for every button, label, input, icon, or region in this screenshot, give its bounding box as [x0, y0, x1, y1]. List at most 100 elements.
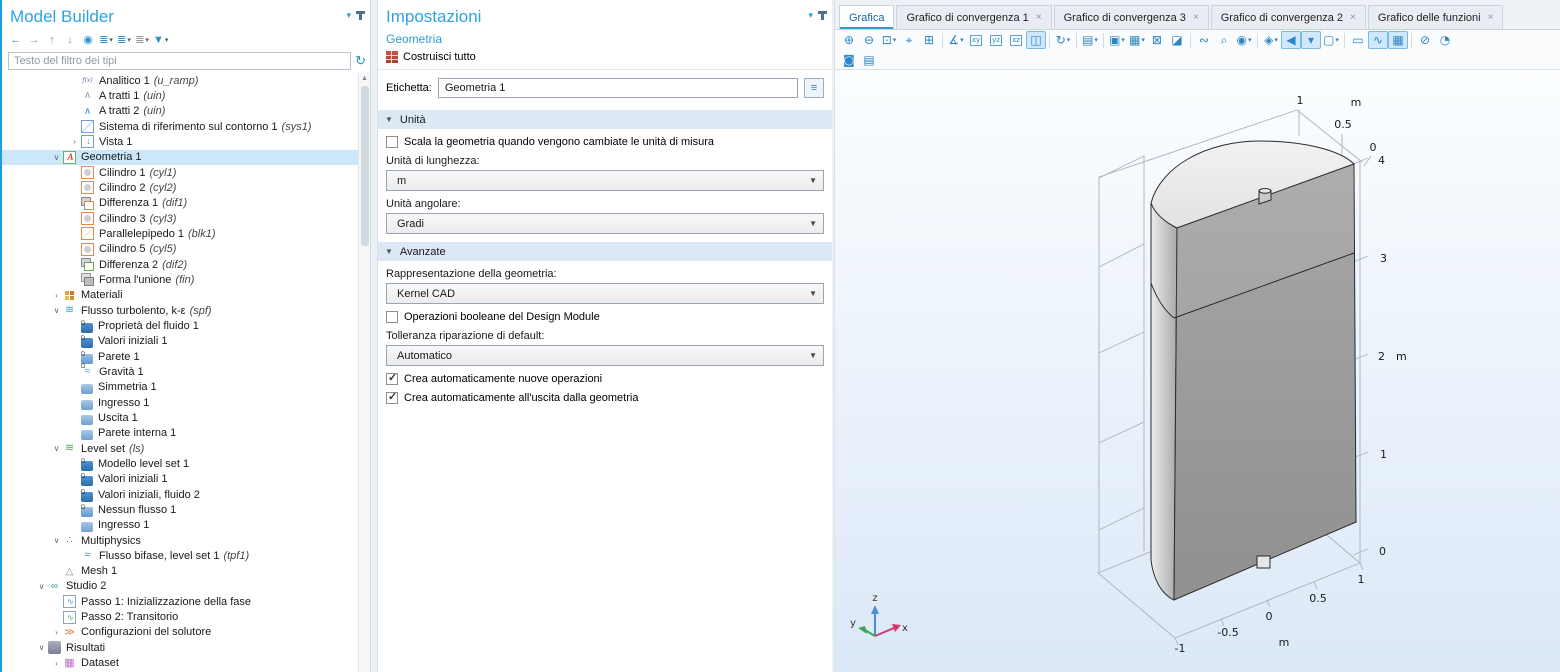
tree-item[interactable]: ∨Multiphysics — [2, 533, 358, 548]
section-units[interactable]: ▼ Unità — [378, 110, 832, 129]
panel-menu-icon[interactable]: ▾ — [346, 10, 351, 21]
graphics-canvas[interactable]: 43210m10.50m-1-0.500.51mzyx — [835, 70, 1560, 672]
tree-item[interactable]: ∨Level set(ls) — [2, 441, 358, 456]
tree-item[interactable]: Differenza 2(dif2) — [2, 257, 358, 272]
back-button[interactable]: ← — [8, 31, 24, 48]
tree-item[interactable]: Mesh 1 — [2, 564, 358, 579]
scene-3d[interactable]: 43210m10.50m-1-0.500.51mzyx — [835, 70, 1560, 672]
animation-export-button[interactable]: ▦▾ — [1127, 31, 1147, 49]
cylinder-curved-surface[interactable] — [1151, 203, 1177, 600]
tree-chevron-icon[interactable]: ∨ — [50, 306, 63, 315]
forward-button[interactable]: → — [26, 31, 42, 48]
section-advanced[interactable]: ▼ Avanzate — [378, 242, 832, 261]
snapshot-camera-button[interactable]: ◙ — [839, 51, 859, 69]
pin-icon[interactable] — [821, 11, 824, 20]
panel-menu-icon[interactable]: ▾ — [808, 10, 813, 21]
zoom-out-button[interactable]: ⊖ — [859, 31, 879, 49]
length-unit-select[interactable]: m ▼ — [386, 170, 824, 191]
scale-units-checkbox[interactable] — [386, 136, 398, 148]
tree-item[interactable]: Valori iniziali 1 — [2, 472, 358, 487]
show-button[interactable]: ◉ — [80, 31, 96, 48]
auto-build-exit-checkbox-row[interactable]: Crea automaticamente all'uscita dalla ge… — [386, 392, 824, 404]
go-to-yz-view-button[interactable]: yz — [986, 31, 1006, 49]
tree-item[interactable]: Sistema di riferimento sul contorno 1(sy… — [2, 119, 358, 134]
tree-item[interactable]: Parete 1 — [2, 349, 358, 364]
tree-item[interactable]: ∨Flusso turbolento, k-ε(spf) — [2, 303, 358, 318]
zoom-box-button[interactable]: ⊡▾ — [879, 31, 899, 49]
zoom-extents-button[interactable]: ⌖ — [899, 31, 919, 49]
tree-item[interactable]: A tratti 1(uin) — [2, 88, 358, 103]
refresh-icon[interactable]: ↻ — [355, 53, 366, 69]
tree-item[interactable]: Passo 1: Inizializzazione della fase — [2, 594, 358, 609]
tree-item[interactable]: Flusso bifase, level set 1(tpf1) — [2, 548, 358, 563]
select-box-button[interactable]: ⊠ — [1147, 31, 1167, 49]
help-pointer-button[interactable]: ◔ — [1435, 31, 1455, 49]
build-all-button[interactable]: Costruisci tutto — [378, 46, 832, 70]
undock-window-button[interactable]: ▭ — [1348, 31, 1368, 49]
tree-item[interactable]: Cilindro 5(cyl5) — [2, 242, 358, 257]
grid-window-button[interactable]: ▦ — [1388, 31, 1408, 49]
tree-item[interactable]: Differenza 1(dif1) — [2, 196, 358, 211]
tree-chevron-icon[interactable]: › — [50, 628, 63, 637]
representation-select[interactable]: Kernel CAD ▼ — [386, 283, 824, 304]
rotate-view-button[interactable]: ↻▾ — [1053, 31, 1073, 49]
pin-icon[interactable] — [359, 11, 362, 20]
tree-item[interactable]: Uscita 1 — [2, 410, 358, 425]
view-hidden-button[interactable]: ◉▾ — [1234, 31, 1254, 49]
tree-item[interactable]: Passo 2: Transitorio — [2, 609, 358, 624]
tree-item[interactable]: ›Materiali — [2, 288, 358, 303]
model-tree-nodes-button[interactable]: ≣▾ — [134, 31, 150, 48]
environment-button[interactable]: ▢▾ — [1321, 31, 1341, 49]
tab-grafica[interactable]: Grafica — [839, 5, 894, 29]
move-up-button[interactable]: ↑ — [44, 31, 60, 48]
filter-button[interactable]: ▼▾ — [152, 31, 169, 48]
tree-item[interactable]: Proprietà del fluido 1 — [2, 318, 358, 333]
tree-item[interactable]: A tratti 2(uin) — [2, 104, 358, 119]
tree-item[interactable]: ∨Studio 2 — [2, 579, 358, 594]
tree-chevron-icon[interactable]: › — [50, 291, 63, 300]
tab-grafico-di-convergenza-2[interactable]: Grafico di convergenza 2× — [1211, 5, 1366, 29]
transparency-button[interactable]: ▤▾ — [1080, 31, 1100, 49]
zoom-to-selection-button[interactable]: ⊞ — [919, 31, 939, 49]
scale-units-checkbox-row[interactable]: Scala la geometria quando vengono cambia… — [386, 136, 824, 148]
projection-button[interactable]: ◫ — [1026, 31, 1046, 49]
tab-grafico-di-convergenza-3[interactable]: Grafico di convergenza 3× — [1054, 5, 1209, 29]
plot-in-window-button[interactable]: ∿ — [1368, 31, 1388, 49]
tree-item[interactable]: ∨Risultati — [2, 640, 358, 655]
tree-item[interactable]: Analitico 1(u_ramp) — [2, 73, 358, 88]
tree-chevron-icon[interactable]: › — [50, 659, 63, 668]
scrollbar-up-icon[interactable]: ▲ — [359, 73, 370, 85]
zoom-in-button[interactable]: ⊕ — [839, 31, 859, 49]
tree-chevron-icon[interactable]: ∨ — [35, 643, 48, 652]
design-module-checkbox-row[interactable]: Operazioni booleane del Design Module — [386, 311, 824, 323]
tab-grafico-delle-funzioni[interactable]: Grafico delle funzioni× — [1368, 5, 1504, 29]
design-module-checkbox[interactable] — [386, 311, 398, 323]
expand-all-button[interactable]: ≣▾ — [98, 31, 114, 48]
scrollbar-thumb[interactable] — [361, 86, 369, 246]
tree-chevron-icon[interactable]: ∨ — [50, 153, 63, 162]
repair-tolerance-select[interactable]: Automatico ▼ — [386, 345, 824, 366]
tree-item[interactable]: Cilindro 1(cyl1) — [2, 165, 358, 180]
scene-light-button[interactable]: ◈▾ — [1261, 31, 1281, 49]
disable-updates-button[interactable]: ⊘ — [1415, 31, 1435, 49]
close-icon[interactable]: × — [1036, 12, 1042, 23]
tree-item[interactable]: Ingresso 1 — [2, 395, 358, 410]
view-direction-menu-button[interactable]: ▾ — [1301, 31, 1321, 49]
tree-item[interactable]: Gravità 1 — [2, 364, 358, 379]
select-entities-button[interactable]: ⌕ — [1214, 31, 1234, 49]
auto-build-new-checkbox-row[interactable]: Crea automaticamente nuove operazioni — [386, 373, 824, 385]
go-to-xy-view-button[interactable]: xy — [966, 31, 986, 49]
image-snapshot-button[interactable]: ▣▾ — [1107, 31, 1127, 49]
hide-objects-button[interactable]: ∾ — [1194, 31, 1214, 49]
panel-sash[interactable] — [371, 0, 378, 672]
collapse-all-button[interactable]: ≣▾ — [116, 31, 132, 48]
angular-unit-select[interactable]: Gradi ▼ — [386, 213, 824, 234]
rename-icon[interactable]: ≡ — [804, 78, 824, 98]
tree-item[interactable]: ∨Geometria 1 — [2, 150, 358, 165]
auto-build-exit-checkbox[interactable] — [386, 392, 398, 404]
go-to-xz-view-button[interactable]: xz — [1006, 31, 1026, 49]
tree-item[interactable]: Valori iniziali, fluido 2 — [2, 487, 358, 502]
tree-item[interactable]: Parallelepipedo 1(blk1) — [2, 226, 358, 241]
close-icon[interactable]: × — [1488, 12, 1494, 23]
tab-grafico-di-convergenza-1[interactable]: Grafico di convergenza 1× — [896, 5, 1051, 29]
